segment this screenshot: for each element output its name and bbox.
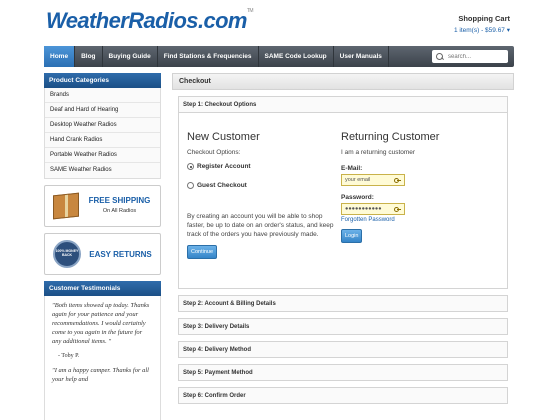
register-account-option[interactable]: Register Account [187,163,335,170]
login-button[interactable]: Login [341,229,363,243]
categories-title: Product Categories [44,73,161,88]
free-shipping-sub: On All Radios [102,208,137,214]
site-logo[interactable]: WeatherRadios.comTM [46,8,254,34]
search-input[interactable] [448,51,508,62]
register-radio[interactable] [187,163,194,170]
step-5-header[interactable]: Step 5: Payment Method [178,364,508,381]
category-list: Brands Deaf and Hard of Hearing Desktop … [44,88,161,179]
cart-summary[interactable]: 1 item(s) - $59.67 ▾ [454,26,510,34]
checkout-panel: Checkout Step 1: Checkout Options New Cu… [172,73,514,404]
free-shipping-text: FREE SHIPPING On All Radios [79,196,160,216]
account-description: By creating an account you will be able … [187,213,334,238]
category-same[interactable]: SAME Weather Radios [45,163,160,178]
testimonials: Customer Testimonials "Both items showed… [44,281,161,420]
nav-blog[interactable]: Blog [75,46,103,67]
step-1-header[interactable]: Step 1: Checkout Options [178,96,508,113]
category-brands[interactable]: Brands [45,88,160,103]
cart-title: Shopping Cart [458,14,510,23]
category-hand-crank[interactable]: Hand Crank Radios [45,133,160,148]
forgotten-password-link[interactable]: Forgotten Password [341,217,481,223]
returning-customer-section: Returning Customer I am a returning cust… [341,131,481,243]
nav-same-code-lookup[interactable]: SAME Code Lookup [259,46,334,67]
money-back-badge-icon: 100% MONEY BACK [53,240,81,268]
key-icon [394,207,401,212]
new-customer-heading: New Customer [187,131,260,143]
nav-find-stations[interactable]: Find Stations & Frequencies [158,46,259,67]
returning-customer-heading: Returning Customer [341,131,440,143]
easy-returns-text: EASY RETURNS [89,249,152,259]
checkout-options-label: Checkout Options: [187,149,241,156]
register-label: Register Account [197,163,251,170]
nav-user-manuals[interactable]: User Manuals [334,46,389,67]
key-icon [394,178,401,183]
email-value: your email [345,177,371,183]
new-customer-section: New Customer Checkout Options: Register … [187,131,335,259]
free-shipping-promo[interactable]: FREE SHIPPING On All Radios [44,185,161,227]
main-nav: Home Blog Buying Guide Find Stations & F… [44,46,514,67]
category-portable[interactable]: Portable Weather Radios [45,148,160,163]
continue-button[interactable]: Continue [187,245,218,259]
guest-radio[interactable] [187,182,194,189]
testimonials-body: "Both items showed up today. Thanks agai… [44,296,161,420]
email-field[interactable]: your email [341,174,405,186]
logo-text: WeatherRadios.com [46,8,248,33]
shopping-cart[interactable]: Shopping Cart 1 item(s) - $59.67 ▾ [454,14,510,34]
guest-label: Guest Checkout [197,182,247,189]
password-field[interactable]: ●●●●●●●●●●● [341,203,405,215]
shipping-box-icon [53,192,79,220]
password-value: ●●●●●●●●●●● [345,206,382,212]
search-icon[interactable] [436,52,444,61]
category-desktop[interactable]: Desktop Weather Radios [45,118,160,133]
step-1-body: New Customer Checkout Options: Register … [178,113,508,289]
testimonials-title: Customer Testimonials [44,281,161,296]
step-3-header[interactable]: Step 3: Delivery Details [178,318,508,335]
email-label: E-Mail: [341,165,363,172]
nav-home[interactable]: Home [44,46,76,67]
returning-customer-sub: I am a returning customer [341,149,416,156]
testimonial-quote-2: "I am a happy camper. Thanks for all you… [52,367,149,383]
step-2-header[interactable]: Step 2: Account & Billing Details [178,295,508,312]
logo-tm: TM [246,8,254,14]
nav-buying-guide[interactable]: Buying Guide [103,46,158,67]
page-title: Checkout [172,73,514,90]
testimonial-quote: "Both items showed up today. Thanks agai… [52,302,150,345]
search-box [432,50,508,63]
easy-returns-promo[interactable]: 100% MONEY BACK EASY RETURNS [44,233,161,275]
password-label: Password: [341,194,374,201]
guest-checkout-option[interactable]: Guest Checkout [187,182,335,189]
step-4-header[interactable]: Step 4: Delivery Method [178,341,508,358]
testimonial-author: - Toby P. [58,353,80,359]
sidebar: Product Categories Brands Deaf and Hard … [44,73,161,420]
category-deaf[interactable]: Deaf and Hard of Hearing [45,103,160,118]
step-6-header[interactable]: Step 6: Confirm Order [178,387,508,404]
free-shipping-title: FREE SHIPPING [88,196,151,205]
